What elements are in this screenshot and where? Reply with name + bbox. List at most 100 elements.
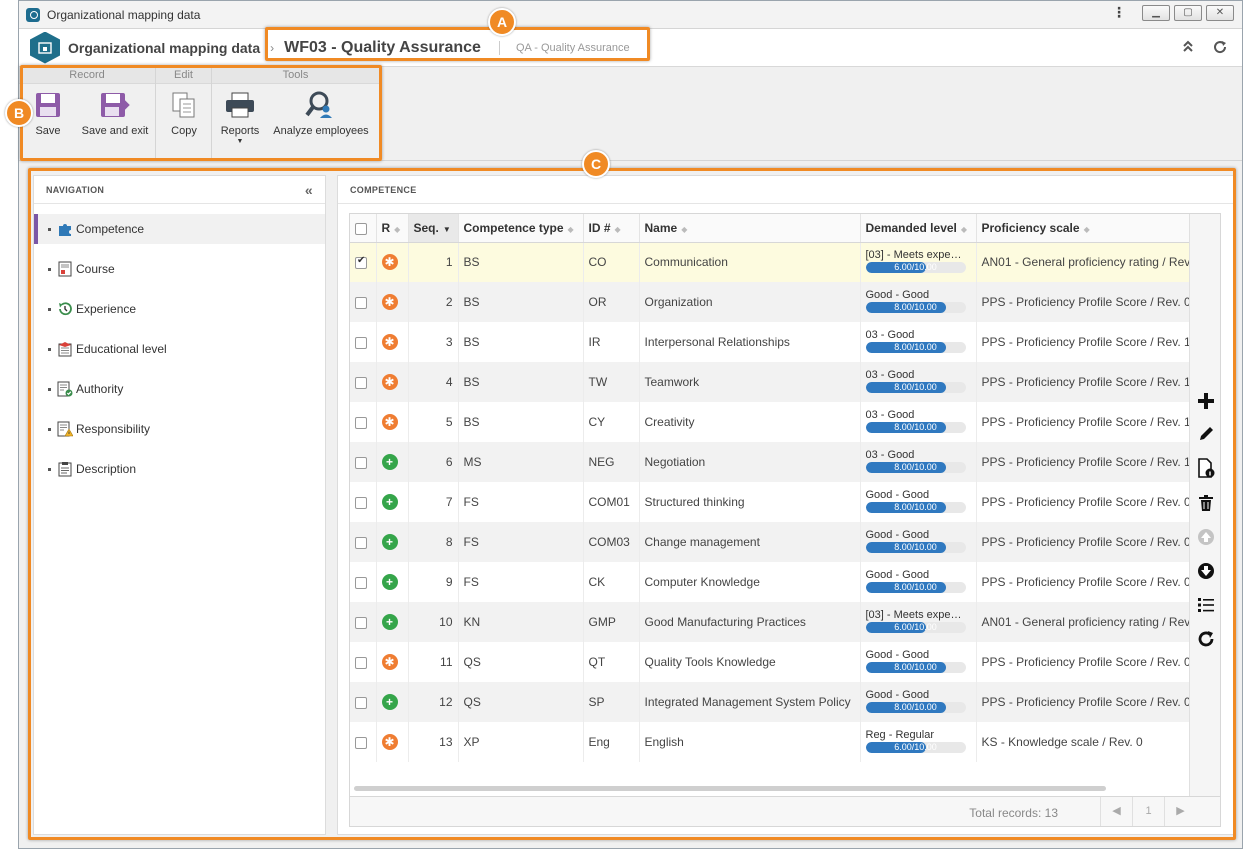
nav-item-authority[interactable]: Authority [34,374,325,404]
table-row[interactable]: +7 FS COM01 Structured thinking Good - Good 8… [350,482,1191,522]
id-cell: TW [583,362,640,402]
required-status-icon: ✱ [381,294,398,310]
type-cell: FS [458,482,584,522]
nav-item-course[interactable]: Course [34,254,325,284]
copy-button[interactable]: Copy [166,89,202,137]
level-progress-text: 6.00/10.00 [894,261,937,272]
table-row[interactable]: ✱ 3 BS IR Interpersonal Relationships 03 - Go… [350,322,1191,362]
scale-cell: PPS - Proficiency Profile Score / Rev. 0 [976,562,1191,602]
column-header-scale[interactable]: Proficiency scale ◆ [976,214,1191,243]
row-checkbox[interactable] [355,576,367,589]
seq-cell: 5 [408,402,459,442]
save-exit-label: Save and exit [81,125,149,137]
column-header-seq[interactable]: Seq. ▼ [408,214,459,243]
row-checkbox[interactable] [355,416,367,429]
row-checkbox[interactable] [355,696,367,709]
move-down-icon[interactable] [1195,560,1216,581]
row-select-cell[interactable] [350,562,377,602]
select-all-header[interactable] [350,214,377,243]
row-checkbox[interactable] [355,456,367,469]
refresh-icon[interactable] [1212,39,1228,59]
row-checkbox[interactable] [355,656,367,669]
row-select-cell[interactable] [350,682,377,722]
row-select-cell[interactable] [350,242,377,282]
row-select-cell[interactable] [350,362,377,402]
requirement-cell: + [376,442,409,482]
table-row[interactable]: ✱ 2 BS OR Organization Good - Good 8.00/10.00 P… [350,282,1191,322]
column-header-level[interactable]: Demanded level ◆ [860,214,977,243]
select-all-checkbox[interactable] [355,222,367,235]
row-select-cell[interactable] [350,442,377,482]
row-checkbox[interactable] [355,536,367,549]
sort-icon: ◆ [681,224,688,234]
table-row[interactable]: ✱ 5 BS CY Creativity 03 - Good 8.00/10.00 PPS -… [350,402,1191,442]
row-select-cell[interactable] [350,322,377,362]
minimize-button[interactable]: ▁ [1142,4,1170,21]
nav-item-experience[interactable]: Experience [34,294,325,324]
close-button[interactable]: ✕ [1206,4,1234,21]
row-select-cell[interactable] [350,522,377,562]
table-row[interactable]: ✱1BSCOCommunication[03] - Meets expe…6.0… [350,242,1191,282]
row-checkbox[interactable] [355,376,367,389]
save-and-exit-button[interactable]: Save and exit [77,89,153,137]
horizontal-scrollbar[interactable] [354,786,1106,791]
row-checkbox[interactable] [355,336,367,349]
table-row[interactable]: +12 QS SP Integrated Management System Poli… [350,682,1191,722]
nav-item-responsibility[interactable]: Responsibility [34,414,325,444]
row-checkbox[interactable] [355,255,367,270]
name-cell: Negotiation [639,442,861,482]
save-button[interactable]: Save [29,89,67,137]
prev-page-icon[interactable]: ◀ [1100,797,1132,826]
nav-item-description[interactable]: Description [34,454,325,484]
collapse-up-icon[interactable] [1182,39,1194,59]
scale-cell: KS - Knowledge scale / Rev. 0 [976,722,1191,762]
seq-cell: 10 [408,602,459,642]
add-icon[interactable] [1195,390,1216,411]
reports-button[interactable]: Reports ▼ [218,89,262,147]
next-page-icon[interactable]: ▶ [1164,797,1196,826]
row-select-cell[interactable] [350,642,377,682]
id-cell: NEG [583,442,640,482]
dropdown-arrow-icon[interactable]: ▼ [218,137,262,147]
table-row[interactable]: +6 MS NEG Negotiation 03 - Good 8.00/10.00 PPS… [350,442,1191,482]
row-select-cell[interactable] [350,602,377,642]
table-row[interactable]: +9 FS CK Computer Knowledge Good - Good 8.00/… [350,562,1191,602]
document-info-icon[interactable] [1195,457,1216,478]
move-up-icon[interactable] [1195,526,1216,547]
row-checkbox[interactable] [355,616,367,629]
maximize-button[interactable]: ▢ [1174,4,1202,21]
delete-icon[interactable] [1195,492,1216,513]
list-view-icon[interactable] [1195,594,1216,615]
id-cell: COM03 [583,522,640,562]
row-checkbox[interactable] [355,496,367,509]
row-checkbox[interactable] [355,296,367,309]
sort-desc-icon: ▼ [442,224,451,234]
page-number[interactable]: 1 [1132,797,1164,826]
more-options-icon[interactable]: ⋮ [1112,4,1126,21]
row-select-cell[interactable] [350,402,377,442]
analyze-employees-button[interactable]: Analyze employees [271,89,371,137]
collapse-panel-icon[interactable]: « [305,176,313,204]
row-select-cell[interactable] [350,282,377,322]
column-header-type[interactable]: Competence type ◆ [458,214,584,243]
breadcrumb[interactable]: Organizational mapping data [68,40,260,56]
column-header-r[interactable]: R ◆ [376,214,409,243]
row-checkbox[interactable] [355,736,367,749]
nav-item-educational-level[interactable]: Educational level [34,334,325,364]
table-row[interactable]: +10 KN GMP Good Manufacturing Practices [03]… [350,602,1191,642]
row-select-cell[interactable] [350,722,377,762]
record-title: WF03 - Quality Assurance [284,38,481,56]
table-row[interactable]: ✱ 4 BS TW Teamwork 03 - Good 8.00/10.00 PPS - P… [350,362,1191,402]
sort-icon: ◆ [567,224,574,234]
grid-refresh-icon[interactable] [1195,628,1216,649]
scale-cell: PPS - Proficiency Profile Score / Rev. 1 [976,442,1191,482]
nav-item-competence[interactable]: Competence [34,214,325,244]
table-row[interactable]: ✱ 13 XP Eng English Reg - Regular 6.00/10.00 KS… [350,722,1191,762]
column-header-name[interactable]: Name ◆ [639,214,861,243]
edit-icon[interactable] [1195,423,1216,444]
table-row[interactable]: +8 FS COM03 Change management Good - Good 8.0… [350,522,1191,562]
table-row[interactable]: ✱ 11 QS QT Quality Tools Knowledge Good - Goo… [350,642,1191,682]
column-header-id[interactable]: ID # ◆ [583,214,640,243]
optional-status-icon: + [381,494,398,510]
row-select-cell[interactable] [350,482,377,522]
